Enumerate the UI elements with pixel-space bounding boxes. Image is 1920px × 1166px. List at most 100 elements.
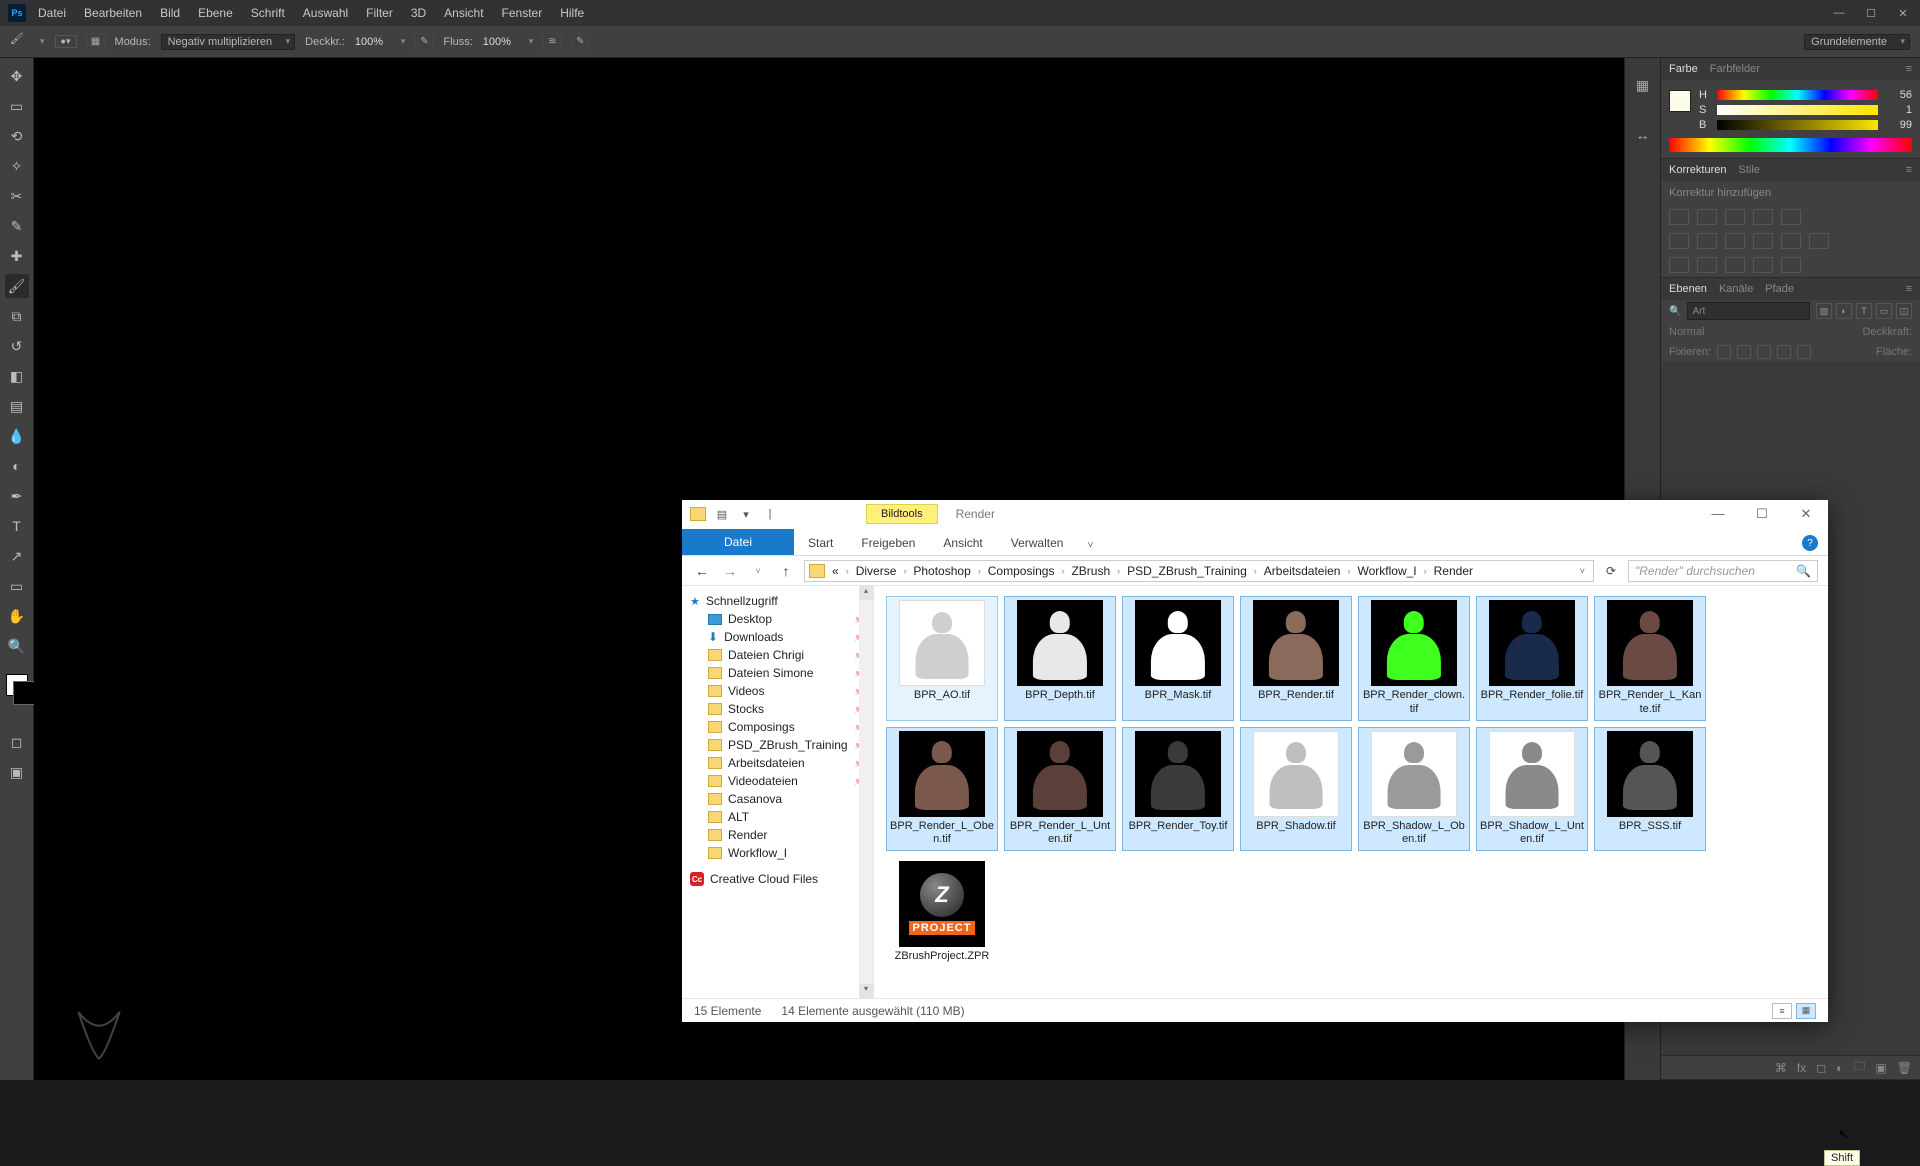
explorer-maximize-button[interactable]: ☐ <box>1740 506 1784 522</box>
marquee-tool-icon[interactable]: ▭ <box>5 94 29 118</box>
file-grid[interactable]: BPR_AO.tifBPR_Depth.tifBPR_Mask.tifBPR_R… <box>874 586 1828 998</box>
shape-tool-icon[interactable]: ▭ <box>5 574 29 598</box>
tree-desktop[interactable]: Desktop <box>682 610 873 628</box>
hue-slider[interactable] <box>1717 90 1878 100</box>
lock-art-icon[interactable] <box>1777 345 1791 359</box>
tab-farbe[interactable]: Farbe <box>1669 63 1698 75</box>
properties-panel-icon[interactable]: ↔ <box>1632 124 1654 146</box>
menu-filter[interactable]: Filter <box>366 6 393 20</box>
crumb-photoshop[interactable]: Photoshop <box>910 564 973 578</box>
trash-icon[interactable]: 🗑 <box>1897 1061 1912 1075</box>
blur-tool-icon[interactable]: 💧 <box>5 424 29 448</box>
lock-all-icon[interactable] <box>1797 345 1811 359</box>
file-item[interactable]: BPR_Render_L_Oben.tif <box>886 727 998 852</box>
adj-layer-icon[interactable]: ◐ <box>1836 1061 1843 1075</box>
file-item[interactable]: BPR_AO.tif <box>886 596 998 721</box>
gradient-tool-icon[interactable]: ▤ <box>5 394 29 418</box>
filter-smart-icon[interactable]: ◫ <box>1896 303 1912 319</box>
file-item[interactable]: BPR_Render_clown.tif <box>1358 596 1470 721</box>
zoom-tool-icon[interactable]: 🔍 <box>5 634 29 658</box>
move-tool-icon[interactable]: ✥ <box>5 64 29 88</box>
adj-more-icon[interactable] <box>1781 257 1801 273</box>
file-item[interactable]: BPR_SSS.tif <box>1594 727 1706 852</box>
adj-sel-icon[interactable] <box>1753 257 1773 273</box>
menu-bild[interactable]: Bild <box>160 6 180 20</box>
hand-tool-icon[interactable]: ✋ <box>5 604 29 628</box>
adj-thresh-icon[interactable] <box>1697 257 1717 273</box>
tree-casanova[interactable]: Casanova <box>682 790 873 808</box>
lock-pos-icon[interactable] <box>1757 345 1771 359</box>
tree-composings[interactable]: Composings <box>682 718 873 736</box>
fx-icon[interactable]: fx <box>1797 1061 1806 1075</box>
tree-quick-access[interactable]: ★Schnellzugriff <box>682 592 873 610</box>
ps-close-button[interactable]: ✕ <box>1894 7 1912 20</box>
pen-tool-icon[interactable]: ✒ <box>5 484 29 508</box>
link-layers-icon[interactable]: ⌘ <box>1775 1061 1787 1075</box>
brush-tool-icon[interactable]: 🖌 <box>5 274 29 298</box>
file-item[interactable]: BPR_Render_folie.tif <box>1476 596 1588 721</box>
file-item[interactable]: BPR_Mask.tif <box>1122 596 1234 721</box>
filter-adj-icon[interactable]: ◐ <box>1836 303 1852 319</box>
ribbon-tab-datei[interactable]: Datei <box>682 529 794 555</box>
airbrush-icon[interactable]: ≋ <box>543 33 561 51</box>
menu-fenster[interactable]: Fenster <box>502 6 543 20</box>
ribbon-tab-start[interactable]: Start <box>794 531 847 555</box>
pressure-size-icon[interactable]: ✎ <box>571 33 589 51</box>
crumb-training[interactable]: PSD_ZBrush_Training <box>1124 564 1250 578</box>
explorer-minimize-button[interactable]: — <box>1696 506 1740 522</box>
menu-hilfe[interactable]: Hilfe <box>560 6 584 20</box>
menu-schrift[interactable]: Schrift <box>251 6 285 20</box>
history-brush-icon[interactable]: ↺ <box>5 334 29 358</box>
lock-pixel-icon[interactable] <box>1737 345 1751 359</box>
filter-shape-icon[interactable]: ▭ <box>1876 303 1892 319</box>
eyedropper-tool-icon[interactable]: ✎ <box>5 214 29 238</box>
brush-size-dd[interactable]: ●▾ <box>55 35 77 48</box>
tree-videos[interactable]: Videos <box>682 682 873 700</box>
crumb-diverse[interactable]: Diverse <box>853 564 900 578</box>
tree-workflow[interactable]: Workflow_I <box>682 844 873 862</box>
s-value[interactable]: 1 <box>1884 104 1912 116</box>
crop-tool-icon[interactable]: ✂ <box>5 184 29 208</box>
history-panel-icon[interactable]: ▦ <box>1632 74 1654 96</box>
adj-bw-icon[interactable] <box>1697 233 1717 249</box>
crumb-arbeit[interactable]: Arbeitsdateien <box>1261 564 1344 578</box>
color-ramp[interactable] <box>1669 138 1912 152</box>
menu-datei[interactable]: Datei <box>38 6 66 20</box>
flow-input[interactable]: 100% <box>483 36 519 48</box>
nav-fwd-button[interactable]: → <box>720 563 740 579</box>
color-swatch-icon[interactable] <box>6 674 28 696</box>
qat-props-icon[interactable]: ▤ <box>714 506 730 522</box>
adj-lut-icon[interactable] <box>1781 233 1801 249</box>
wand-tool-icon[interactable]: ✧ <box>5 154 29 178</box>
adj-vibrance-icon[interactable] <box>1781 209 1801 225</box>
menu-ansicht[interactable]: Ansicht <box>444 6 483 20</box>
adj-levels-icon[interactable] <box>1697 209 1717 225</box>
crumb-zbrush[interactable]: ZBrush <box>1068 564 1113 578</box>
ps-maximize-button[interactable]: ☐ <box>1862 7 1880 20</box>
adj-curves-icon[interactable] <box>1725 209 1745 225</box>
blend-mode-dd[interactable]: Normal <box>1669 326 1704 338</box>
menu-ebene[interactable]: Ebene <box>198 6 233 20</box>
h-value[interactable]: 56 <box>1884 89 1912 101</box>
breadcrumb[interactable]: «› Diverse› Photoshop› Composings› ZBrus… <box>804 560 1594 582</box>
ribbon-tab-verwalten[interactable]: Verwalten <box>997 531 1078 555</box>
ribbon-tab-freigeben[interactable]: Freigeben <box>847 531 929 555</box>
adj-photo-icon[interactable] <box>1725 233 1745 249</box>
quickmask-icon[interactable]: ◻ <box>5 730 29 754</box>
brush-panel-icon[interactable]: ▦ <box>87 33 105 51</box>
path-tool-icon[interactable]: ↗ <box>5 544 29 568</box>
tree-scrollbar[interactable]: ▴▾ <box>859 586 873 998</box>
file-item[interactable]: BPR_Shadow_L_Unten.tif <box>1476 727 1588 852</box>
crumb-workflow[interactable]: Workflow_I <box>1354 564 1419 578</box>
tab-stile[interactable]: Stile <box>1738 164 1759 176</box>
new-layer-icon[interactable]: ▣ <box>1875 1061 1886 1075</box>
group-icon[interactable]: 🗀 <box>1853 1057 1865 1078</box>
tab-pfade[interactable]: Pfade <box>1765 283 1794 295</box>
workspace-dropdown[interactable]: Grundelemente <box>1804 34 1910 50</box>
opacity-input[interactable]: 100% <box>355 36 391 48</box>
tree-stocks[interactable]: Stocks <box>682 700 873 718</box>
adj-invert-icon[interactable] <box>1809 233 1829 249</box>
type-tool-icon[interactable]: T <box>5 514 29 538</box>
ribbon-tab-ansicht[interactable]: Ansicht <box>929 531 996 555</box>
tab-korrekturen[interactable]: Korrekturen <box>1669 164 1726 176</box>
